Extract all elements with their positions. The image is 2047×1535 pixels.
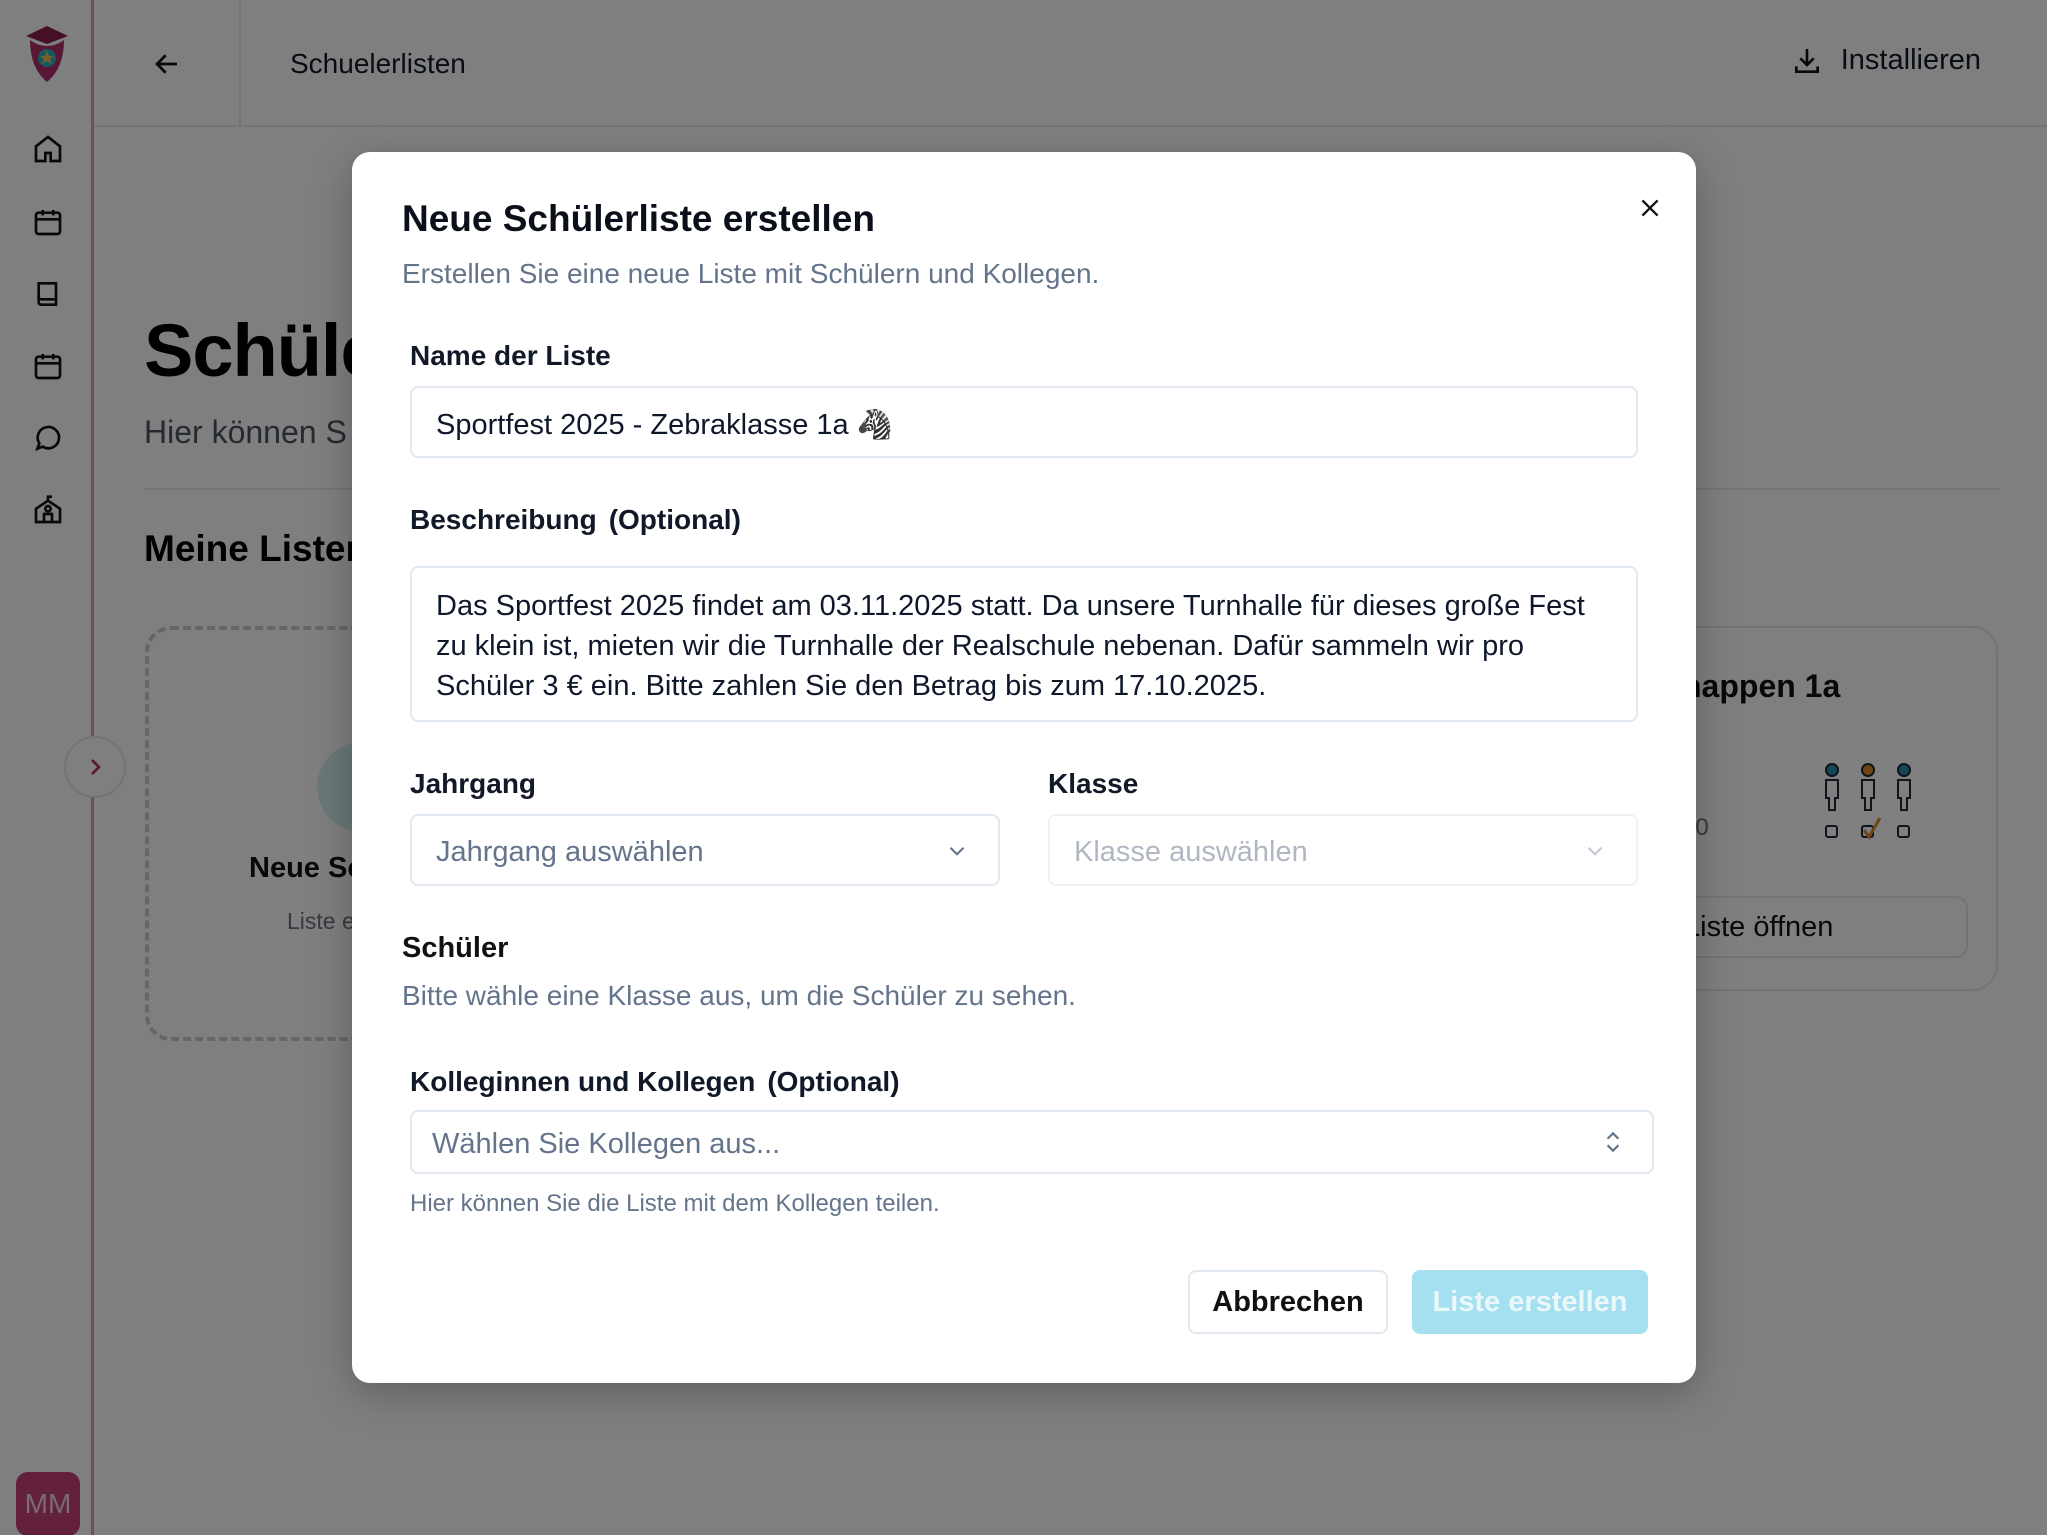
colleagues-placeholder: Wählen Sie Kollegen aus...	[432, 1128, 781, 1160]
jahrgang-placeholder: Jahrgang auswählen	[436, 836, 704, 868]
chevron-down-icon	[949, 846, 965, 856]
cancel-button[interactable]: Abbrechen	[1188, 1270, 1388, 1334]
dialog-description: Erstellen Sie eine neue Liste mit Schüle…	[402, 258, 1100, 289]
klasse-placeholder: Klasse auswählen	[1074, 836, 1308, 868]
chevron-down-icon	[1587, 846, 1603, 856]
colleagues-combobox[interactable]: Wählen Sie Kollegen aus...	[410, 1110, 1654, 1174]
close-button[interactable]	[1630, 188, 1670, 228]
name-label: Name der Liste	[410, 340, 611, 371]
chevrons-up-down-icon	[1606, 1131, 1620, 1153]
create-list-button[interactable]: Liste erstellen	[1412, 1270, 1648, 1334]
colleagues-label: Kolleginnen und Kollegen (Optional)	[410, 1066, 900, 1097]
klasse-label: Klasse	[1048, 768, 1139, 799]
jahrgang-label: Jahrgang	[410, 768, 537, 799]
students-title: Schüler	[402, 932, 509, 964]
klasse-select[interactable]: Klasse auswählen	[1048, 814, 1638, 886]
students-hint: Bitte wähle eine Klasse aus, um die Schü…	[402, 980, 1076, 1011]
jahrgang-select[interactable]: Jahrgang auswählen	[410, 814, 1000, 886]
description-textarea[interactable]: Das Sportfest 2025 findet am 03.11.2025 …	[410, 566, 1638, 722]
close-icon	[1641, 199, 1659, 217]
description-label: Beschreibung (Optional)	[410, 504, 741, 535]
list-name-input[interactable]: Sportfest 2025 - Zebraklasse 1a 🦓	[410, 386, 1638, 458]
colleagues-help: Hier können Sie die Liste mit dem Kolleg…	[410, 1190, 940, 1217]
create-list-dialog: Neue Schülerliste erstellen Erstellen Si…	[352, 152, 1696, 1383]
description-value: Das Sportfest 2025 findet am 03.11.2025 …	[436, 590, 1585, 702]
list-name-value: Sportfest 2025 - Zebraklasse 1a 🦓	[436, 409, 893, 441]
dialog-title: Neue Schülerliste erstellen	[402, 198, 875, 239]
